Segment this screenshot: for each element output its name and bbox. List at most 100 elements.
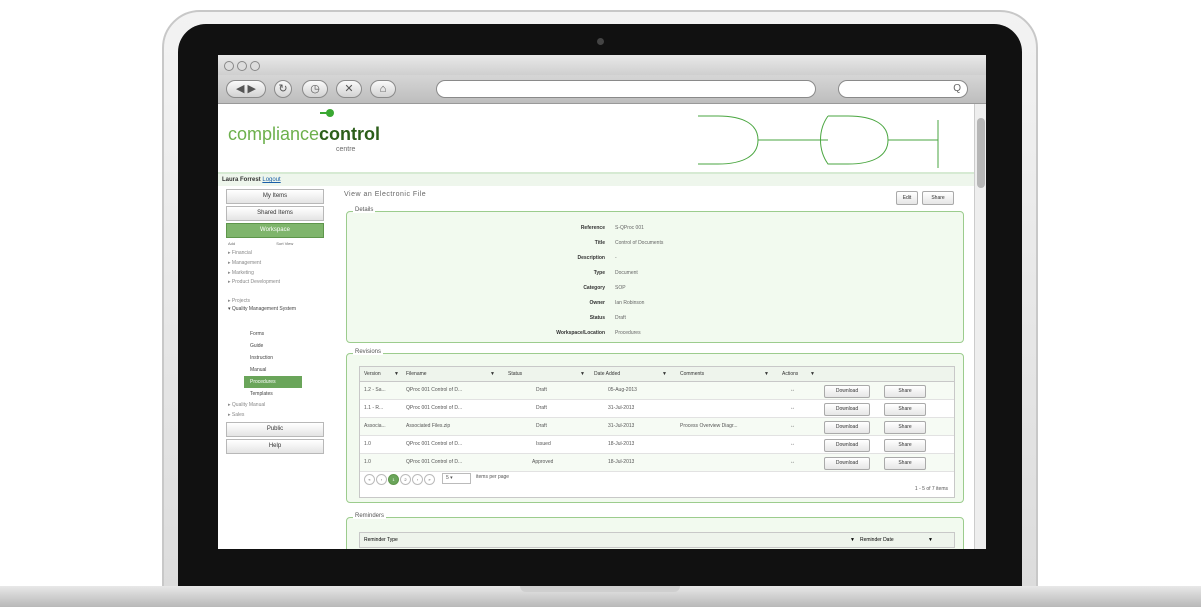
detail-value: Draft (615, 315, 626, 321)
sidebar-subitem-templates[interactable]: Templates (222, 388, 328, 400)
table-row[interactable]: 1.2 - Sa... QProc 001 Control of D... Dr… (360, 382, 954, 400)
prev-page-icon[interactable]: ‹ (376, 474, 387, 485)
scroll-thumb[interactable] (977, 118, 985, 188)
filter-icon[interactable]: ▼ (490, 367, 495, 381)
filter-icon[interactable]: ▼ (394, 367, 399, 381)
download-button[interactable]: Download (824, 421, 870, 434)
plug-logo-icon (320, 109, 334, 117)
minimize-dot[interactable] (237, 61, 247, 71)
search-input[interactable]: Q (838, 80, 968, 98)
sidebar-item-financial[interactable]: ▸ Financial (222, 248, 328, 258)
filter-icon[interactable]: ▼ (764, 367, 769, 381)
cell-date: 05-Aug-2013 (608, 387, 637, 393)
sidebar-item-management[interactable]: ▸ Management (222, 258, 328, 268)
page-content: compliancecontrol centre Laura Forrest L… (218, 104, 986, 549)
col-actions[interactable]: Actions (782, 367, 798, 381)
details-panel: Details Reference S-QProc 001 Title Contro… (346, 207, 965, 343)
sidebar: My Items Shared Items Workspace Add Sort… (222, 187, 328, 547)
revisions-panel: Revisions Version ▼ Filename ▼ Status ▼ … (346, 349, 964, 503)
last-page-icon[interactable]: » (424, 474, 435, 485)
home-icon[interactable]: ⌂ (370, 80, 396, 98)
browser-titlebar (218, 55, 986, 75)
detail-label: Description (577, 255, 605, 261)
zoom-dot[interactable] (250, 61, 260, 71)
address-bar[interactable] (436, 80, 816, 98)
col-reminder-type[interactable]: Reminder Type (364, 533, 398, 547)
cell-version: 1.2 - Sa... (364, 387, 386, 393)
cell-filename: Associated Files.zip (406, 423, 451, 429)
help-button[interactable]: Help (226, 439, 324, 454)
row-share-button[interactable]: Share (884, 385, 926, 398)
filter-icon[interactable]: ▼ (810, 367, 815, 381)
sidebar-item-product-development[interactable]: ▸ Product Development (222, 278, 328, 296)
sidebar-item-marketing[interactable]: ▸ Marketing (222, 268, 328, 278)
compare-icon[interactable]: ↔ (790, 436, 795, 453)
download-button[interactable]: Download (824, 385, 870, 398)
compare-icon[interactable]: ↔ (790, 454, 795, 471)
my-items-button[interactable]: My Items (226, 189, 324, 204)
detail-label: Owner (589, 300, 605, 306)
sidebar-item-sales[interactable]: ▸ Sales (222, 410, 328, 420)
reload-icon[interactable]: ↻ (274, 80, 292, 98)
table-row[interactable]: Associa... Associated Files.zip Draft 31… (360, 418, 954, 436)
filter-icon[interactable]: ▼ (850, 533, 855, 547)
download-button[interactable]: Download (824, 439, 870, 452)
workspace-button[interactable]: Workspace (226, 223, 324, 238)
stop-icon[interactable]: ✕ (336, 80, 362, 98)
row-share-button[interactable]: Share (884, 439, 926, 452)
shared-items-button[interactable]: Shared Items (226, 206, 324, 221)
filter-icon[interactable]: ▼ (662, 367, 667, 381)
sidebar-subitem-forms[interactable]: Forms (222, 328, 328, 340)
compare-icon[interactable]: ↔ (790, 418, 795, 435)
reminders-title: Reminders (353, 513, 387, 519)
page-size-value: 5 (446, 475, 449, 481)
compare-icon[interactable]: ↔ (790, 400, 795, 417)
site-header: compliancecontrol centre (218, 104, 974, 174)
sidebar-subitem-manual[interactable]: Manual (222, 364, 328, 376)
browser-window: ◀ ▶ ↻ ◷ ✕ ⌂ Q compliancecontrol centre L… (218, 55, 986, 549)
col-status[interactable]: Status (508, 367, 522, 381)
page-2-button[interactable]: 2 (400, 474, 411, 485)
download-button[interactable]: Download (824, 403, 870, 416)
detail-value: Ian Robinson (615, 300, 645, 306)
col-version[interactable]: Version (364, 367, 381, 381)
close-dot[interactable] (224, 61, 234, 71)
sidebar-item-qms[interactable]: ▾ Quality Management System (222, 306, 328, 328)
page-scrollbar[interactable] (974, 104, 986, 549)
edit-button[interactable]: Edit (896, 191, 918, 205)
first-page-icon[interactable]: « (364, 474, 375, 485)
row-share-button[interactable]: Share (884, 403, 926, 416)
row-share-button[interactable]: Share (884, 457, 926, 470)
table-row[interactable]: 1.0 QProc 001 Control of D... Issued 18-… (360, 436, 954, 454)
logout-link[interactable]: Logout (262, 177, 280, 183)
add-mini-button[interactable]: Add (228, 241, 235, 246)
sidebar-item-projects[interactable]: ▸ Projects (222, 296, 328, 306)
public-button[interactable]: Public (226, 422, 324, 437)
reminders-panel: Reminders Reminder Type ▼ Reminder Date … (346, 513, 964, 549)
filter-icon[interactable]: ▼ (580, 367, 585, 381)
download-button[interactable]: Download (824, 457, 870, 470)
cell-comments: Process Overview Diagr... (680, 423, 738, 429)
sidebar-item-quality-manual[interactable]: ▸ Quality Manual (222, 400, 328, 410)
row-share-button[interactable]: Share (884, 421, 926, 434)
col-reminder-date[interactable]: Reminder Date (860, 533, 894, 547)
page-1-button[interactable]: 1 (388, 474, 399, 485)
search-icon: Q (953, 83, 961, 94)
table-row[interactable]: 1.1 - R... QProc 001 Control of D... Dra… (360, 400, 954, 418)
sidebar-subitem-instruction[interactable]: Instruction (222, 352, 328, 364)
detail-row-description: Description - (347, 252, 965, 264)
page-size-select[interactable]: 5 ▾ (442, 473, 471, 484)
history-icon[interactable]: ◷ (302, 80, 328, 98)
sidebar-subitem-guide[interactable]: Guide (222, 340, 328, 352)
col-date-added[interactable]: Date Added (594, 367, 620, 381)
col-filename[interactable]: Filename (406, 367, 427, 381)
share-button[interactable]: Share (922, 191, 954, 205)
col-comments[interactable]: Comments (680, 367, 704, 381)
back-forward-button[interactable]: ◀ ▶ (226, 80, 266, 98)
sort-view-mini-button[interactable]: Sort View (276, 241, 293, 246)
site-logo[interactable]: compliancecontrol (228, 124, 380, 145)
compare-icon[interactable]: ↔ (790, 382, 795, 399)
filter-icon[interactable]: ▼ (928, 533, 933, 547)
next-page-icon[interactable]: › (412, 474, 423, 485)
sidebar-subitem-procedures[interactable]: Procedures (244, 376, 302, 388)
